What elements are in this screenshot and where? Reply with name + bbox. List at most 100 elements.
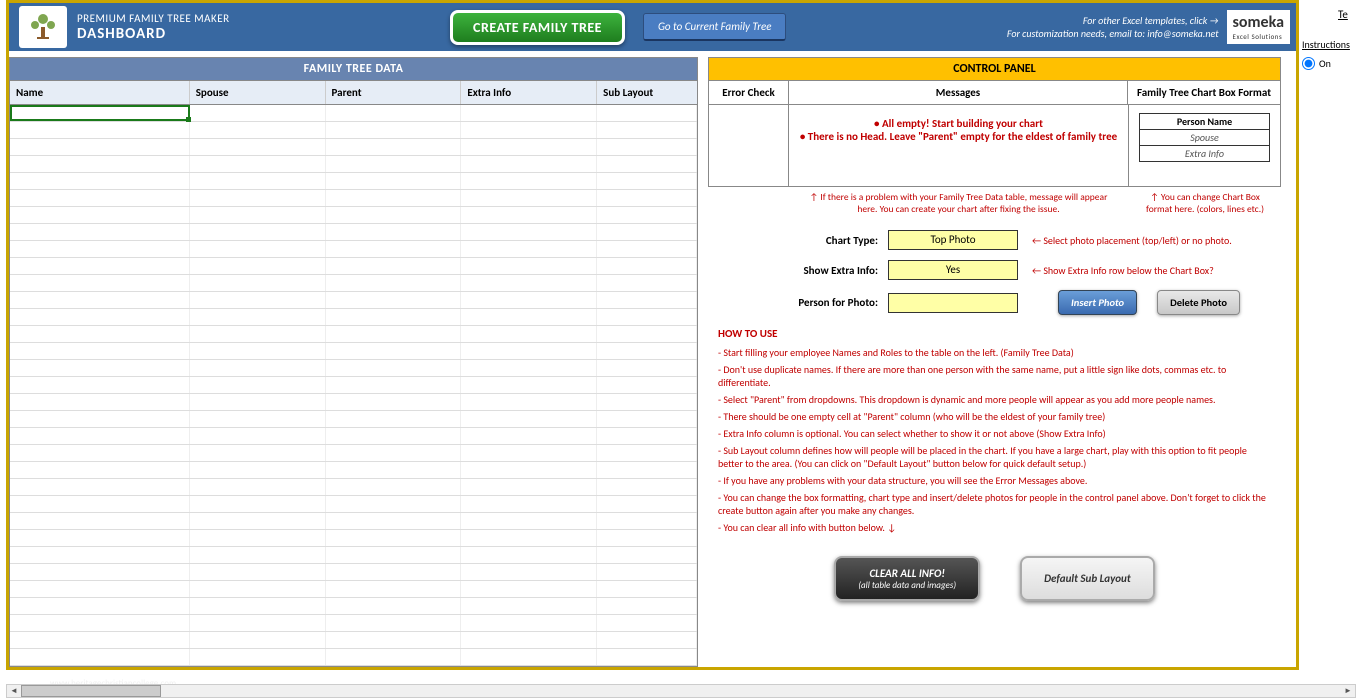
cell-sub[interactable] <box>597 275 697 291</box>
cell-parent[interactable] <box>326 105 462 121</box>
cell-name[interactable] <box>10 445 190 461</box>
cell-name[interactable] <box>10 275 190 291</box>
cell-sub[interactable] <box>597 530 697 546</box>
cell-spouse[interactable] <box>190 377 326 393</box>
cell-spouse[interactable] <box>190 632 326 648</box>
cell-extra[interactable] <box>461 547 597 563</box>
cell-spouse[interactable] <box>190 292 326 308</box>
cell-sub[interactable] <box>597 581 697 597</box>
table-row[interactable] <box>10 581 697 598</box>
table-row[interactable] <box>10 547 697 564</box>
cell-extra[interactable] <box>461 309 597 325</box>
cell-extra[interactable] <box>461 394 597 410</box>
cell-parent[interactable] <box>326 428 462 444</box>
cell-parent[interactable] <box>326 326 462 342</box>
cell-spouse[interactable] <box>190 343 326 359</box>
cell-name[interactable] <box>10 156 190 172</box>
cell-name[interactable] <box>10 496 190 512</box>
cell-name[interactable] <box>10 139 190 155</box>
table-body[interactable] <box>9 105 698 667</box>
cell-spouse[interactable] <box>190 309 326 325</box>
table-row[interactable] <box>10 649 697 666</box>
table-row[interactable] <box>10 598 697 615</box>
cell-name[interactable] <box>10 530 190 546</box>
cell-extra[interactable] <box>461 122 597 138</box>
cell-parent[interactable] <box>326 615 462 631</box>
cell-spouse[interactable] <box>190 411 326 427</box>
cell-sub[interactable] <box>597 241 697 257</box>
cell-sub[interactable] <box>597 156 697 172</box>
table-row[interactable] <box>10 530 697 547</box>
table-row[interactable] <box>10 105 697 122</box>
cell-parent[interactable] <box>326 377 462 393</box>
cell-sub[interactable] <box>597 326 697 342</box>
cell-sub[interactable] <box>597 649 697 665</box>
cell-name[interactable] <box>10 360 190 376</box>
table-row[interactable] <box>10 615 697 632</box>
table-row[interactable] <box>10 462 697 479</box>
delete-photo-button[interactable]: Delete Photo <box>1157 290 1240 315</box>
cell-sub[interactable] <box>597 207 697 223</box>
cell-sub[interactable] <box>597 105 697 121</box>
horizontal-scrollbar[interactable]: ◄ ► <box>6 684 1356 698</box>
cell-spouse[interactable] <box>190 513 326 529</box>
cell-spouse[interactable] <box>190 581 326 597</box>
chart-type-input[interactable]: Top Photo <box>888 230 1018 250</box>
cell-spouse[interactable] <box>190 190 326 206</box>
cell-parent[interactable] <box>326 496 462 512</box>
cell-name[interactable] <box>10 173 190 189</box>
template-link[interactable]: Te <box>1338 8 1348 21</box>
cell-spouse[interactable] <box>190 428 326 444</box>
table-row[interactable] <box>10 632 697 649</box>
cell-sub[interactable] <box>597 139 697 155</box>
cell-name[interactable] <box>10 615 190 631</box>
scroll-right-icon[interactable]: ► <box>1341 685 1355 697</box>
table-row[interactable] <box>10 496 697 513</box>
cell-spouse[interactable] <box>190 547 326 563</box>
cell-parent[interactable] <box>326 479 462 495</box>
cell-parent[interactable] <box>326 173 462 189</box>
cell-spouse[interactable] <box>190 445 326 461</box>
cell-parent[interactable] <box>326 445 462 461</box>
cell-extra[interactable] <box>461 581 597 597</box>
cell-sub[interactable] <box>597 462 697 478</box>
cell-extra[interactable] <box>461 343 597 359</box>
cell-spouse[interactable] <box>190 564 326 580</box>
cell-parent[interactable] <box>326 309 462 325</box>
cell-extra[interactable] <box>461 156 597 172</box>
cell-parent[interactable] <box>326 190 462 206</box>
cell-sub[interactable] <box>597 377 697 393</box>
cell-sub[interactable] <box>597 428 697 444</box>
cell-name[interactable] <box>10 241 190 257</box>
cell-sub[interactable] <box>597 309 697 325</box>
cell-parent[interactable] <box>326 122 462 138</box>
cell-parent[interactable] <box>326 462 462 478</box>
cell-extra[interactable] <box>461 190 597 206</box>
cell-extra[interactable] <box>461 224 597 240</box>
scroll-left-icon[interactable]: ◄ <box>7 685 21 697</box>
cell-parent[interactable] <box>326 411 462 427</box>
cell-spouse[interactable] <box>190 615 326 631</box>
cell-parent[interactable] <box>326 394 462 410</box>
cell-spouse[interactable] <box>190 156 326 172</box>
table-row[interactable] <box>10 428 697 445</box>
cell-parent[interactable] <box>326 207 462 223</box>
table-row[interactable] <box>10 479 697 496</box>
cell-spouse[interactable] <box>190 275 326 291</box>
table-row[interactable] <box>10 258 697 275</box>
cell-sub[interactable] <box>597 598 697 614</box>
cell-spouse[interactable] <box>190 360 326 376</box>
cell-parent[interactable] <box>326 649 462 665</box>
cell-spouse[interactable] <box>190 598 326 614</box>
cell-parent[interactable] <box>326 224 462 240</box>
cell-extra[interactable] <box>461 360 597 376</box>
cell-name[interactable] <box>10 632 190 648</box>
cell-parent[interactable] <box>326 513 462 529</box>
cell-name[interactable] <box>10 649 190 665</box>
show-extra-input[interactable]: Yes <box>888 260 1018 280</box>
cell-extra[interactable] <box>461 462 597 478</box>
cell-extra[interactable] <box>461 513 597 529</box>
cell-extra[interactable] <box>461 632 597 648</box>
cell-parent[interactable] <box>326 343 462 359</box>
cell-parent[interactable] <box>326 156 462 172</box>
